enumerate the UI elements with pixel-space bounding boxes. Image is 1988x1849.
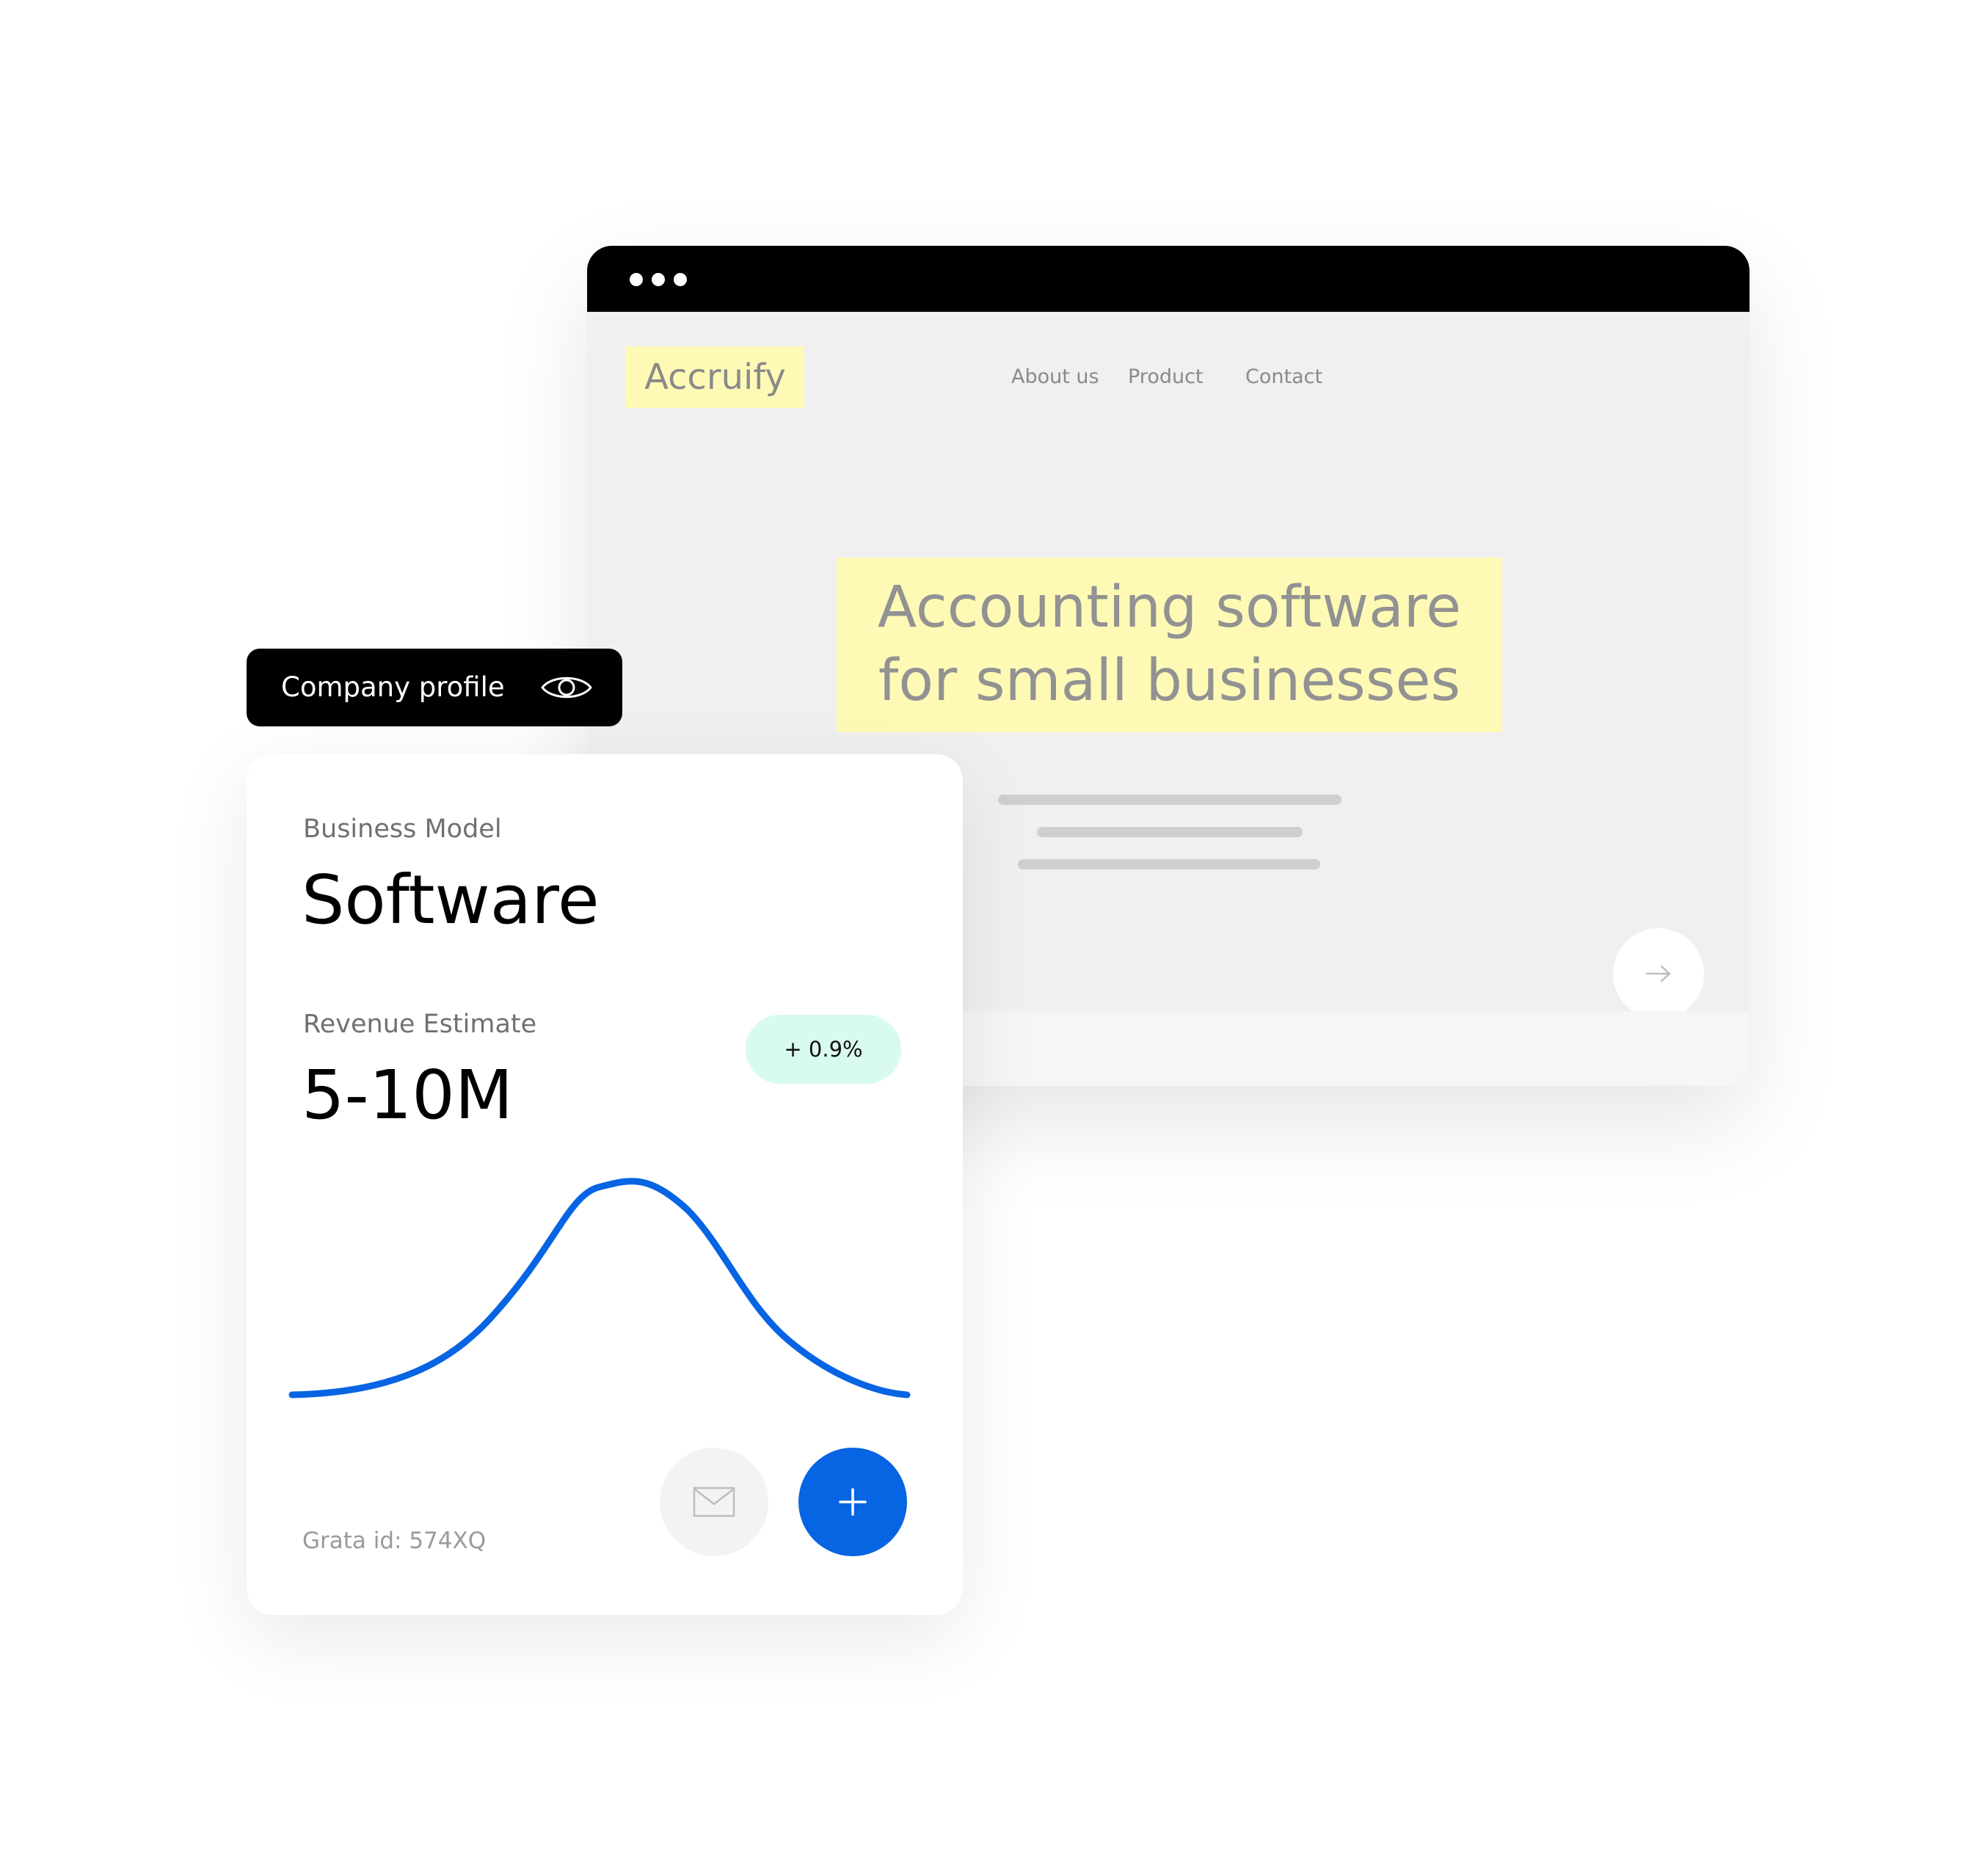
browser-titlebar bbox=[587, 246, 1749, 312]
next-arrow-button[interactable] bbox=[1613, 928, 1704, 1019]
window-dot bbox=[630, 273, 643, 286]
hero-line-2: for small businesses bbox=[878, 648, 1461, 714]
company-card: Business Model Software Revenue Estimate… bbox=[247, 754, 963, 1615]
window-dot bbox=[674, 273, 687, 286]
nav-link-about[interactable]: About us bbox=[1011, 365, 1099, 390]
email-button[interactable] bbox=[660, 1448, 768, 1556]
company-profile-button[interactable]: Company profile bbox=[247, 649, 622, 726]
hero-headline: Accounting software for small businesses bbox=[837, 558, 1502, 732]
add-button[interactable] bbox=[798, 1448, 907, 1556]
text-placeholder-line bbox=[1037, 827, 1303, 837]
revenue-distribution-curve bbox=[288, 1178, 911, 1398]
nav-link-product[interactable]: Product bbox=[1128, 365, 1204, 390]
revenue-estimate-label: Revenue Estimate bbox=[303, 1010, 537, 1039]
company-profile-label: Company profile bbox=[281, 671, 505, 703]
nav-link-contact[interactable]: Contact bbox=[1245, 365, 1322, 390]
plus-icon bbox=[839, 1488, 867, 1516]
business-model-value: Software bbox=[302, 861, 600, 939]
revenue-change-badge: + 0.9% bbox=[746, 1015, 901, 1084]
business-model-label: Business Model bbox=[303, 814, 502, 844]
revenue-estimate-value: 5-10M bbox=[302, 1056, 514, 1134]
illustration-stage: Accruify About us Product Contact Accoun… bbox=[0, 0, 1988, 1849]
hero-line-1: Accounting software bbox=[877, 575, 1462, 641]
window-dot bbox=[652, 273, 665, 286]
mail-icon bbox=[693, 1487, 735, 1517]
text-placeholder-line bbox=[998, 795, 1341, 805]
text-placeholder-line bbox=[1018, 859, 1320, 869]
site-logo[interactable]: Accruify bbox=[626, 346, 804, 408]
grata-id: Grata id: 574XQ bbox=[302, 1528, 487, 1554]
eye-icon bbox=[541, 676, 592, 699]
arrow-right-icon bbox=[1645, 965, 1671, 982]
